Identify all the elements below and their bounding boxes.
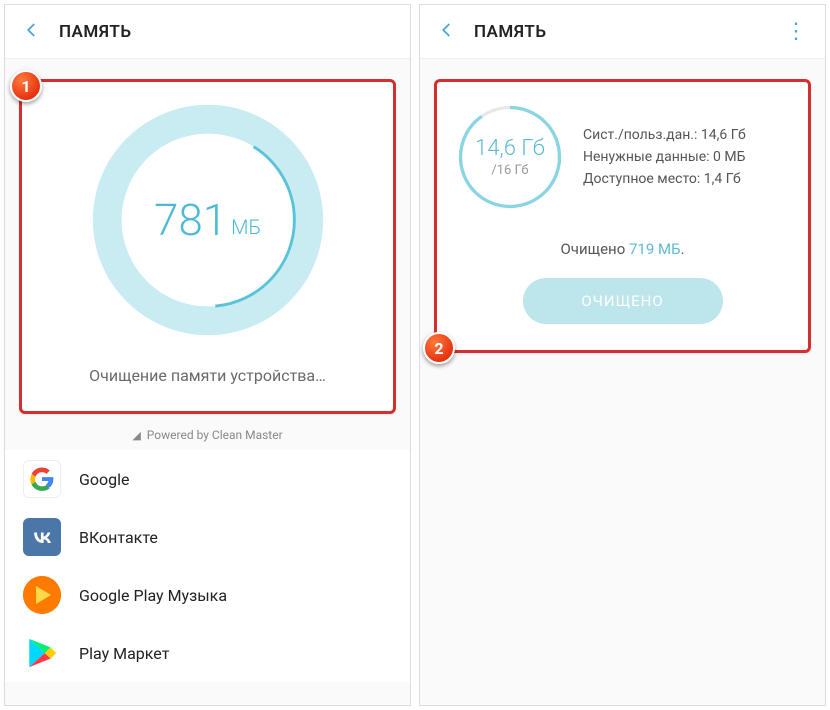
- list-item[interactable]: ВКонтакте: [5, 508, 410, 566]
- powered-by: ◢ Powered by Clean Master: [5, 424, 410, 450]
- header: ПАМЯТЬ ⋮: [420, 5, 825, 59]
- callout-badge-2: 2: [423, 332, 455, 364]
- app-name: ВКонтакте: [79, 528, 158, 547]
- callout-badge-1: 1: [10, 70, 42, 102]
- broom-icon: ◢: [132, 429, 140, 442]
- storage-ring: 14,6 Гб /16 Гб: [455, 102, 565, 212]
- back-icon[interactable]: [438, 21, 456, 43]
- google-icon: [23, 460, 61, 498]
- cleaned-text: Очищено 719 МБ.: [455, 240, 790, 258]
- app-name: Google Play Музыка: [79, 586, 227, 605]
- list-item[interactable]: Google: [5, 450, 410, 508]
- more-menu-icon[interactable]: ⋮: [785, 19, 807, 44]
- cleaned-prefix: Очищено: [560, 240, 629, 258]
- storage-total: /16 Гб: [491, 163, 528, 178]
- memory-unit: МБ: [231, 215, 261, 239]
- status-text: Очищение памяти устройства…: [22, 348, 393, 411]
- stat-junk: Ненужные данные: 0 МБ: [583, 149, 790, 165]
- left-screen: ПАМЯТЬ 1 781 МБ Очищение памяти устройст…: [4, 4, 411, 706]
- vk-icon: [23, 518, 61, 556]
- header: ПАМЯТЬ: [5, 5, 410, 59]
- play-store-icon: [23, 634, 61, 672]
- storage-used: 14,6 Гб: [475, 136, 545, 161]
- progress-ring-wrap: 781 МБ: [22, 82, 393, 348]
- page-title: ПАМЯТЬ: [474, 22, 547, 42]
- cleaned-button[interactable]: ОЧИЩЕНО: [523, 278, 723, 324]
- list-item[interactable]: Play Маркет: [5, 624, 410, 682]
- cleaning-card: 1 781 МБ Очищение памяти устройства…: [19, 79, 396, 414]
- page-title: ПАМЯТЬ: [59, 22, 132, 42]
- cleaned-value: 719 МБ: [629, 240, 681, 258]
- cleaned-suffix: .: [681, 240, 685, 258]
- progress-ring: 781 МБ: [88, 100, 328, 340]
- app-list: Google ВКонтакте Google Play Музыка Play…: [5, 450, 410, 682]
- storage-card: 2 14,6 Гб /16 Гб Сист./польз.дан.: 14,6 …: [434, 79, 811, 353]
- play-music-icon: [23, 576, 61, 614]
- memory-value: 781: [154, 194, 227, 246]
- back-icon[interactable]: [23, 21, 41, 43]
- list-item[interactable]: Google Play Музыка: [5, 566, 410, 624]
- stat-free: Доступное место: 1,4 Гб: [583, 171, 790, 187]
- storage-stats: Сист./польз.дан.: 14,6 Гб Ненужные данны…: [583, 127, 790, 187]
- app-name: Play Маркет: [79, 644, 169, 663]
- stat-system: Сист./польз.дан.: 14,6 Гб: [583, 127, 790, 143]
- right-screen: ПАМЯТЬ ⋮ 2 14,6 Гб /16 Гб Сист./польз.да…: [419, 4, 826, 706]
- app-name: Google: [79, 470, 130, 489]
- powered-label: Powered by Clean Master: [147, 428, 283, 442]
